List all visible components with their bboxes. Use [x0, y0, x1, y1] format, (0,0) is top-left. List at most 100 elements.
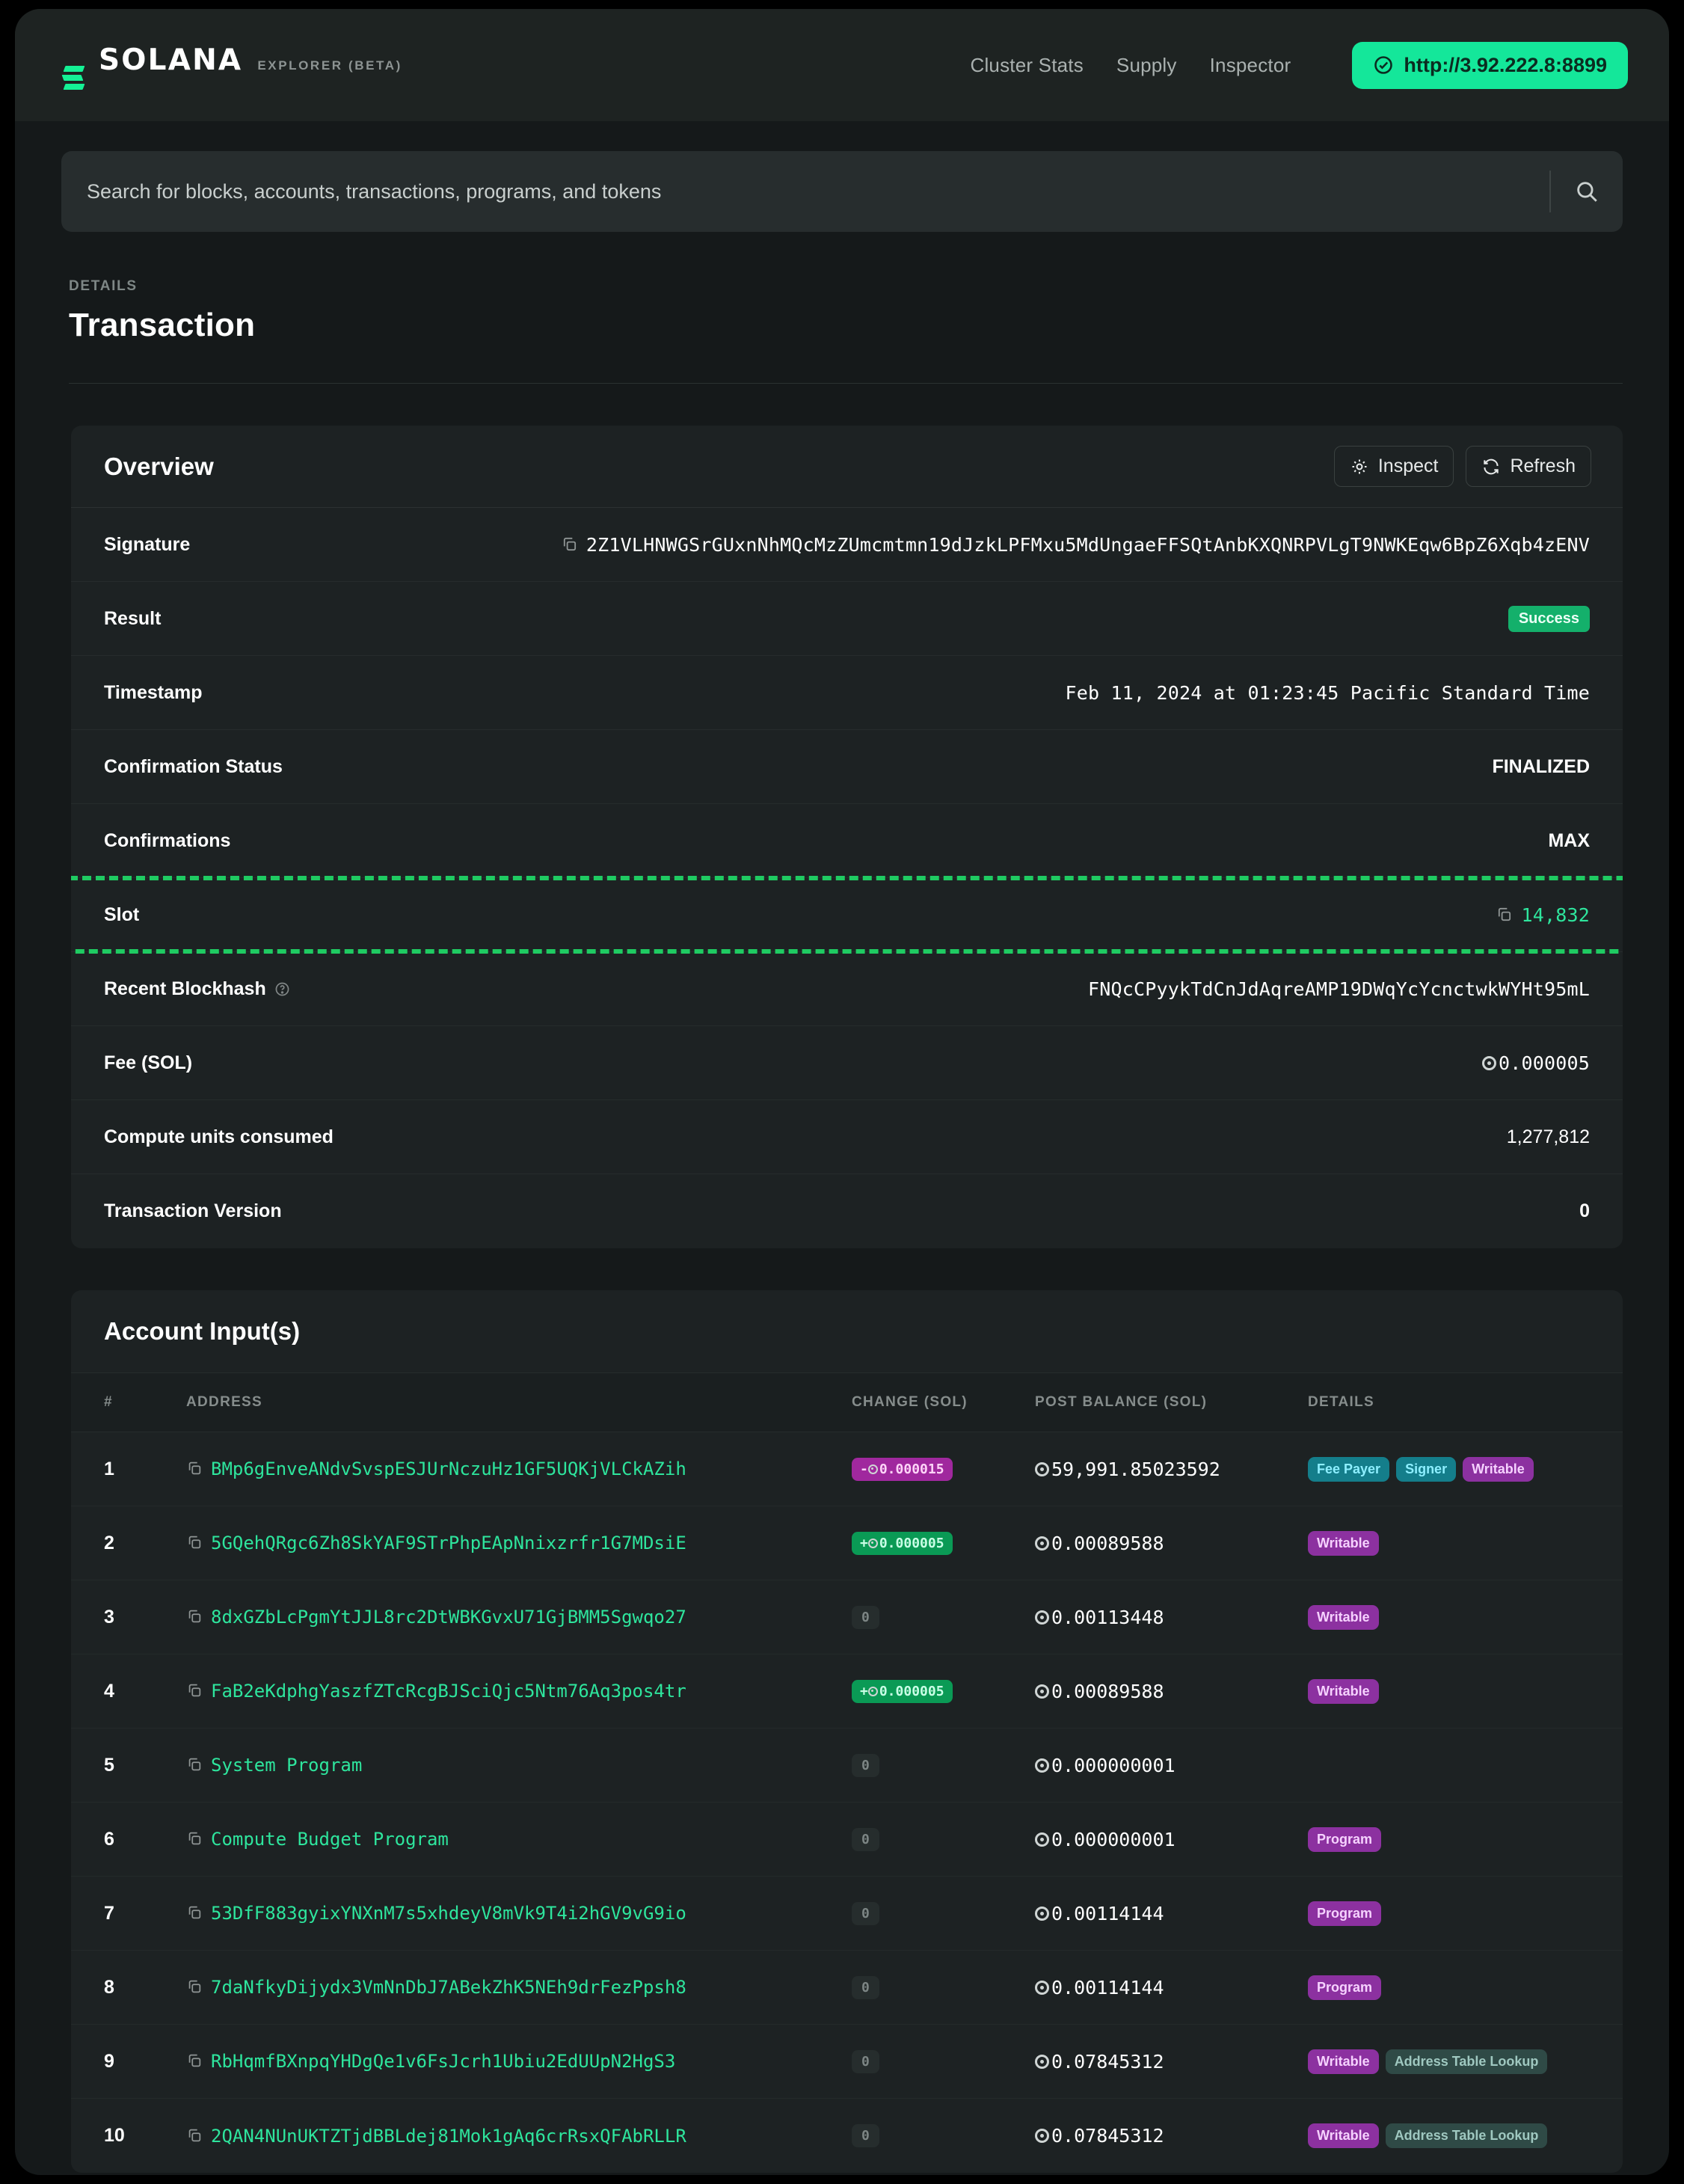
sol-icon — [1035, 1758, 1049, 1773]
copy-icon[interactable] — [186, 1978, 203, 1995]
row-change-cell: 0 — [852, 1753, 1035, 1777]
overview-title: Overview — [104, 452, 214, 480]
change-badge: +0.000005 — [852, 1679, 953, 1703]
copy-icon[interactable] — [1496, 906, 1513, 923]
brand-logo[interactable]: SOLANA EXPLORER (BETA) — [61, 43, 402, 90]
row-details-cell: Writable Address Table Lookup — [1308, 2123, 1590, 2148]
detail-tag: Writable — [1308, 1604, 1379, 1630]
accounts-table-body: 1 BMp6gEnveANdvSvspESJUrNczuHz1GF5UQKjVL… — [71, 1432, 1623, 2173]
row-change-cell: 0 — [852, 1975, 1035, 1999]
detail-tag: Address Table Lookup — [1385, 2123, 1548, 2148]
nav-item-supply[interactable]: Supply — [1116, 54, 1177, 77]
confirmation-status-value: FINALIZED — [1492, 755, 1590, 777]
logo-wordmark: SOLANA — [99, 43, 243, 77]
refresh-icon — [1484, 458, 1499, 474]
change-badge: 0 — [852, 1975, 879, 1999]
refresh-button[interactable]: Refresh — [1466, 446, 1591, 487]
copy-icon[interactable] — [186, 1608, 203, 1625]
overview-row-transaction-version: Transaction Version 0 — [71, 1174, 1623, 1248]
detail-tag: Address Table Lookup — [1385, 2049, 1548, 2074]
detail-tag: Program — [1308, 1901, 1382, 1926]
account-address-link[interactable]: 8dxGZbLcPgmYtJJL8rc2DtWBKGvxU71GjBMM5Sgw… — [211, 1607, 686, 1628]
row-change-cell: 0 — [852, 1827, 1035, 1851]
nav-item-inspector[interactable]: Inspector — [1210, 54, 1291, 77]
sol-icon — [867, 1538, 878, 1548]
row-label: Confirmations — [104, 829, 231, 851]
account-address-link[interactable]: FaB2eKdphgYaszfZTcRcgBJSciQjc5Ntm76Aq3po… — [211, 1681, 686, 1702]
title-divider — [69, 383, 1623, 384]
account-address-link[interactable]: Compute Budget Program — [211, 1829, 449, 1850]
row-change-cell: 0 — [852, 1901, 1035, 1925]
overview-row-slot: Slot 14,832 — [71, 876, 1623, 954]
row-label: Confirmation Status — [104, 755, 283, 777]
slot-link[interactable]: 14,832 — [1521, 904, 1590, 926]
search-icon — [1577, 182, 1597, 202]
row-label: Slot — [104, 904, 140, 925]
account-address-link[interactable]: 7daNfkyDijydx3VmNnDbJ7ABekZhK5NEh9drFezP… — [211, 1977, 686, 1998]
overview-row-confirmation-status: Confirmation Status FINALIZED — [71, 730, 1623, 804]
copy-icon[interactable] — [186, 2052, 203, 2069]
transaction-version-value: 0 — [1579, 1200, 1590, 1221]
account-address-link[interactable]: 53DfF883gyixYNXnM7s5xhdeyV8mVk9T4i2hGV9v… — [211, 1903, 686, 1924]
row-index: 9 — [104, 2050, 114, 2072]
account-address-link[interactable]: RbHqmfBXnpqYHDgQe1v6FsJcrh1Ubiu2EdUUpN2H… — [211, 2051, 675, 2072]
page-header: DETAILS Transaction — [15, 232, 1669, 384]
column-header-change: CHANGE (SOL) — [852, 1394, 968, 1410]
inspect-button[interactable]: Inspect — [1333, 446, 1454, 487]
table-row: 2 5GQehQRgc6Zh8SkYAF9STrPhpEApNnixzrfr1G… — [71, 1506, 1623, 1580]
help-circle-icon[interactable] — [274, 981, 290, 997]
copy-icon[interactable] — [186, 1682, 203, 1699]
row-label: Timestamp — [104, 681, 203, 703]
sol-icon — [1035, 1906, 1049, 1921]
row-change-cell: +0.000005 — [852, 1679, 1035, 1703]
copy-icon[interactable] — [186, 1756, 203, 1773]
copy-icon[interactable] — [186, 1534, 203, 1550]
overview-row-signature: Signature 2Z1VLHNWGSrGUxnNhMQcMzZUmcmtmn… — [71, 508, 1623, 582]
sol-icon — [1035, 1536, 1049, 1550]
copy-icon[interactable] — [186, 1830, 203, 1847]
copy-icon[interactable] — [561, 536, 578, 553]
row-details-cell: Writable — [1308, 1604, 1590, 1630]
inspect-label: Inspect — [1377, 455, 1439, 476]
table-row: 3 8dxGZbLcPgmYtJJL8rc2DtWBKGvxU71GjBMM5S… — [71, 1580, 1623, 1654]
copy-icon[interactable] — [186, 2127, 203, 2144]
row-address-cell: FaB2eKdphgYaszfZTcRcgBJSciQjc5Ntm76Aq3po… — [186, 1681, 852, 1702]
search-box[interactable] — [61, 151, 1623, 232]
row-balance-cell: 0.07845312 — [1035, 2051, 1308, 2073]
account-address-link[interactable]: 2QAN4NUnUKTZTjdBBLdej81Mok1gAq6crRsxQFAb… — [211, 2126, 686, 2147]
overview-actions: Inspect Refresh — [1333, 446, 1591, 487]
table-row: 4 FaB2eKdphgYaszfZTcRcgBJSciQjc5Ntm76Aq3… — [71, 1654, 1623, 1729]
gear-icon — [1352, 458, 1367, 474]
sol-icon — [1481, 1055, 1496, 1070]
row-label: Recent Blockhash — [104, 978, 290, 1000]
row-address-cell: 53DfF883gyixYNXnM7s5xhdeyV8mVk9T4i2hGV9v… — [186, 1903, 852, 1924]
row-balance-cell: 0.00114144 — [1035, 1903, 1308, 1924]
column-header-address: ADDRESS — [186, 1394, 263, 1410]
copy-icon[interactable] — [186, 1904, 203, 1921]
row-address-cell: Compute Budget Program — [186, 1829, 852, 1850]
search-button[interactable] — [1551, 179, 1623, 204]
account-address-link[interactable]: BMp6gEnveANdvSvspESJUrNczuHz1GF5UQKjVLCk… — [211, 1458, 686, 1479]
detail-tag: Writable — [1308, 2123, 1379, 2148]
table-row: 5 System Program 0 0.000000001 — [71, 1729, 1623, 1803]
recent-blockhash-value: FNQcCPyykTdCnJdAqreAMP19DWqYcYcnctwkWYHt… — [1087, 978, 1590, 1000]
detail-tag: Signer — [1396, 1456, 1457, 1482]
slot-highlight-annotation — [71, 876, 1623, 954]
account-address-link[interactable]: System Program — [211, 1755, 362, 1776]
row-label: Result — [104, 607, 162, 629]
row-index: 3 — [104, 1606, 114, 1628]
nav-item-cluster-stats[interactable]: Cluster Stats — [970, 54, 1083, 77]
row-address-cell: BMp6gEnveANdvSvspESJUrNczuHz1GF5UQKjVLCk… — [186, 1458, 852, 1479]
search-input[interactable] — [87, 180, 1549, 203]
row-balance-cell: 0.07845312 — [1035, 2125, 1308, 2147]
sol-icon — [1035, 1980, 1049, 1995]
timestamp-value: Feb 11, 2024 at 01:23:45 Pacific Standar… — [1065, 681, 1590, 704]
copy-icon[interactable] — [186, 1460, 203, 1476]
overview-card: Overview Inspect Refresh Signature 2Z1VL… — [71, 426, 1623, 1248]
detail-tag: Program — [1308, 1826, 1382, 1852]
cluster-endpoint-button[interactable]: http://3.92.222.8:8899 — [1352, 41, 1628, 89]
search-section — [15, 121, 1669, 232]
account-address-link[interactable]: 5GQehQRgc6Zh8SkYAF9STrPhpEApNnixzrfr1G7M… — [211, 1533, 686, 1553]
account-inputs-title: Account Input(s) — [104, 1317, 301, 1345]
overview-row-timestamp: Timestamp Feb 11, 2024 at 01:23:45 Pacif… — [71, 656, 1623, 730]
